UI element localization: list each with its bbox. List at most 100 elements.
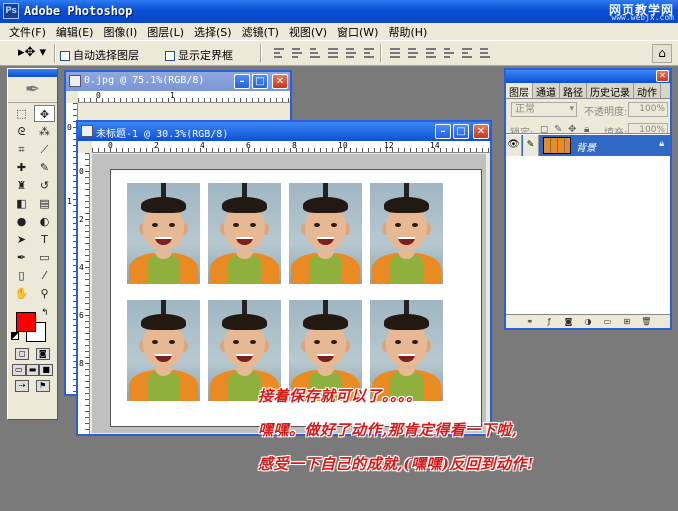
shape-icon[interactable]: ▭ — [34, 249, 55, 266]
jump-to-imageready-icon[interactable]: ⇢ — [15, 380, 30, 392]
align-left-icon[interactable] — [326, 46, 340, 60]
document-back-title-bar[interactable]: 0.jpg @ 75.1%(RGB/8) – □ ✕ — [66, 72, 290, 91]
screen-mode-full-icon[interactable]: ■ — [39, 364, 54, 376]
screen-mode-full-menu-icon[interactable]: ▬ — [25, 364, 40, 376]
trash-icon[interactable]: 🗑︎ — [641, 317, 651, 327]
slice-icon[interactable]: ⟋ — [34, 141, 55, 158]
distribute-hcenter-icon[interactable] — [460, 46, 474, 60]
ruler-label: 14 — [430, 141, 440, 150]
eye-icon[interactable]: 👁︎ — [506, 135, 522, 156]
menu-window[interactable]: 窗口(W) — [332, 24, 383, 40]
blur-icon[interactable]: ● — [11, 213, 32, 230]
default-colors-icon[interactable] — [11, 332, 19, 340]
adjustment-layer-icon[interactable]: ◑ — [583, 317, 593, 327]
distribute-left-icon[interactable] — [442, 46, 456, 60]
align-right-icon[interactable] — [362, 46, 376, 60]
palette-well-icon[interactable]: ⌂ — [652, 44, 672, 63]
align-hcenter-icon[interactable] — [344, 46, 358, 60]
menu-image[interactable]: 图像(I) — [98, 24, 142, 40]
crop-icon[interactable]: ⌗ — [11, 141, 32, 158]
lock-icon: 🔒︎ — [659, 139, 664, 149]
menu-help[interactable]: 帮助(H) — [383, 24, 432, 40]
zoom-icon[interactable]: ⚲ — [34, 285, 55, 302]
toolbox-title-bar[interactable] — [8, 69, 57, 77]
layer-row-background[interactable]: 👁︎ ✎ 背景 🔒︎ — [506, 134, 670, 156]
photoshop-app-icon[interactable]: Ps — [3, 3, 19, 19]
document-icon — [81, 125, 93, 137]
tool-preset-picker[interactable]: ▸✥ ▾ — [18, 45, 48, 61]
brush-icon[interactable]: ✎ — [523, 135, 539, 156]
type-icon[interactable]: T — [34, 231, 55, 248]
new-layer-icon[interactable]: ⊞ — [622, 317, 632, 327]
healing-brush-icon[interactable]: ✚ — [11, 159, 32, 176]
eyedropper-icon[interactable]: ⁄ — [34, 267, 55, 284]
auto-select-layer-checkbox[interactable] — [60, 51, 70, 61]
new-group-icon[interactable]: ▭ — [602, 317, 612, 327]
path-select-icon[interactable]: ➤ — [11, 231, 32, 248]
foreground-color-swatch[interactable] — [16, 312, 36, 332]
lasso-icon[interactable]: ᘓ — [11, 123, 32, 140]
notes-icon[interactable]: ▯ — [11, 267, 32, 284]
eraser-icon[interactable]: ◧ — [11, 195, 32, 212]
link-layers-icon[interactable]: ⚭ — [525, 317, 535, 327]
menu-edit[interactable]: 编辑(E) — [51, 24, 99, 40]
layer-mask-icon[interactable]: ◙ — [564, 317, 574, 327]
distribute-right-icon[interactable] — [478, 46, 492, 60]
menu-layer[interactable]: 图层(L) — [142, 24, 189, 40]
tab-history[interactable]: 历史记录 — [587, 83, 634, 99]
jump-to-action-icon[interactable]: ⚑ — [35, 380, 50, 392]
tab-paths[interactable]: 路径 — [560, 83, 587, 99]
quickmask-mode-icon[interactable]: ◙ — [35, 348, 50, 360]
tab-actions[interactable]: 动作 — [634, 83, 661, 99]
show-bounding-box-option[interactable]: 显示定界框 — [165, 47, 233, 63]
minimize-button[interactable]: – — [435, 124, 451, 139]
menu-view[interactable]: 视图(V) — [284, 24, 332, 40]
menu-file[interactable]: 文件(F) — [4, 24, 51, 40]
opacity-field[interactable]: 100% — [628, 102, 668, 117]
auto-select-layer-option[interactable]: 自动选择图层 — [60, 47, 139, 63]
menu-filter[interactable]: 滤镜(T) — [237, 24, 284, 40]
align-top-icon[interactable] — [272, 46, 286, 60]
minimize-button[interactable]: – — [234, 74, 250, 89]
move-icon[interactable]: ✥ — [34, 105, 55, 122]
brush-icon[interactable]: ✎ — [34, 159, 55, 176]
distribute-bottom-icon[interactable] — [424, 46, 438, 60]
palette-close-button[interactable]: ✕ — [656, 70, 669, 82]
tab-layers[interactable]: 图层 — [506, 83, 533, 99]
align-vcenter-icon[interactable] — [290, 46, 304, 60]
marquee-icon[interactable]: ⬚ — [11, 105, 32, 122]
site-logo-url: www.webjx.com — [611, 13, 674, 22]
clone-stamp-icon[interactable]: ♜ — [11, 177, 32, 194]
show-bounding-box-checkbox[interactable] — [165, 51, 175, 61]
ruler-label: 6 — [79, 311, 84, 320]
layer-style-icon[interactable]: ƒ — [544, 317, 554, 327]
close-button[interactable]: ✕ — [272, 74, 288, 89]
gradient-icon[interactable]: ▤ — [34, 195, 55, 212]
options-separator — [54, 44, 56, 63]
close-button[interactable]: ✕ — [473, 124, 489, 139]
magic-wand-icon[interactable]: ⁂ — [34, 123, 55, 140]
blend-mode-dropdown[interactable]: 正常 — [511, 102, 577, 117]
blend-opacity-row: 正常 不透明度: 100% — [506, 99, 670, 120]
site-watermark-logo: 网页教学网 www.webjx.com — [578, 0, 674, 23]
distribute-top-icon[interactable] — [388, 46, 402, 60]
history-brush-icon[interactable]: ↺ — [34, 177, 55, 194]
standard-mode-icon[interactable]: ◻ — [15, 348, 30, 360]
jump-to-row: ⇢ ⚑ — [8, 378, 57, 394]
menu-select[interactable]: 选择(S) — [189, 24, 237, 40]
adobe-feather-icon[interactable]: ✒ — [8, 77, 57, 103]
dodge-icon[interactable]: ◐ — [34, 213, 55, 230]
tab-channels[interactable]: 通道 — [533, 83, 560, 99]
maximize-button[interactable]: □ — [252, 74, 268, 89]
screen-mode-standard-icon[interactable]: ▭ — [12, 364, 26, 376]
palette-title-bar[interactable]: ✕ — [506, 70, 670, 83]
show-bounding-box-label: 显示定界框 — [178, 49, 233, 62]
distribute-vcenter-icon[interactable] — [406, 46, 420, 60]
swap-colors-icon[interactable]: ↰ — [41, 308, 49, 318]
hand-icon[interactable]: ✋ — [11, 285, 32, 302]
maximize-button[interactable]: □ — [453, 124, 469, 139]
document-front-title-bar[interactable]: 未标题-1 @ 30.3%(RGB/8) – □ ✕ — [78, 122, 490, 141]
screen-mode-row: ▭ ▬ ■ — [8, 362, 57, 378]
pen-icon[interactable]: ✒ — [11, 249, 32, 266]
align-bottom-icon[interactable] — [308, 46, 322, 60]
